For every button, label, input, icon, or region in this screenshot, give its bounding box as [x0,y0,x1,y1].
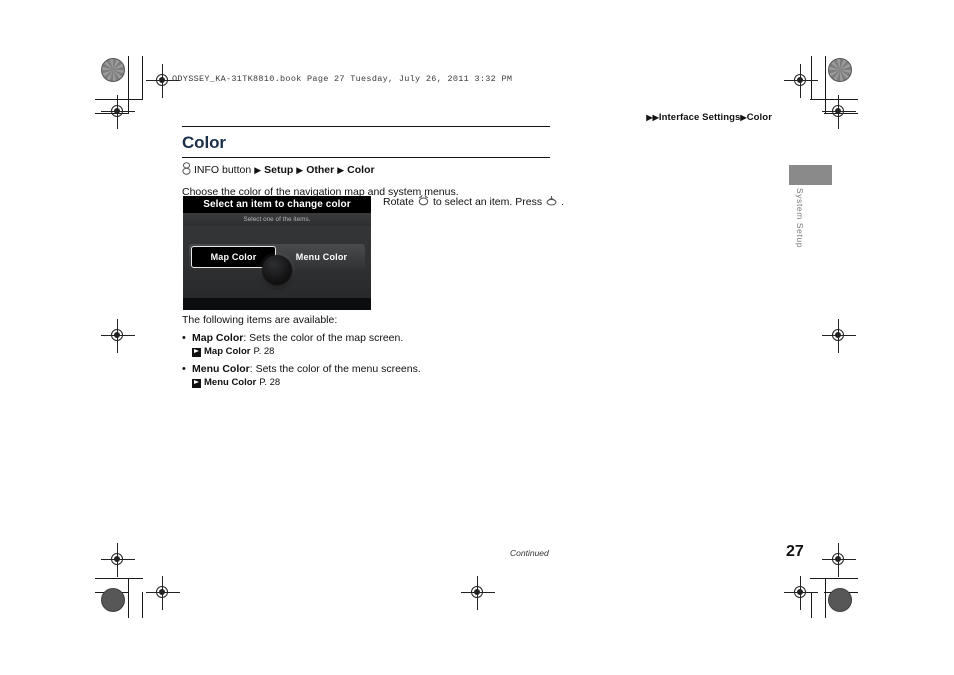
crop-line [825,56,826,114]
crop-line [128,578,129,618]
registration-mark [822,543,856,577]
rotate-knob-icon [417,194,430,209]
caption-text-after: . [561,195,564,208]
nav-path-arrow-icon: ▶ [337,164,345,175]
caption-text-middle: to select an item. Press [432,195,543,208]
nav-screen-menu-color-button[interactable]: Menu Color [280,246,363,268]
item-text: Menu Color: Sets the color of the menu s… [192,362,562,376]
list-item: • Map Color: Sets the color of the map s… [182,331,562,359]
registration-mark [146,576,180,610]
bullet-icon: • [182,332,186,344]
registration-mark [101,543,135,577]
cross-reference-arrow-icon [192,378,201,388]
section-tab-block [789,165,832,185]
crop-line [825,578,826,618]
cross-reference[interactable]: Menu Color P. 28 [192,376,562,390]
nav-path-arrow-icon: ▶ [254,164,262,175]
nav-path-start: INFO button [194,164,252,176]
registration-mark [461,576,495,610]
cross-reference-page: P. 28 [253,346,275,357]
rotary-knob-icon[interactable] [262,255,292,285]
color-patch [101,58,125,82]
nav-screen-subtitle: Select one of the items. [183,213,371,226]
registration-mark [822,319,856,353]
navigation-path: INFO button ▶ Setup ▶ Other ▶ Color [182,162,550,178]
crop-line [810,99,858,100]
page-number: 27 [786,543,804,560]
page-title: Color [182,133,226,152]
item-name: Map Color [192,332,244,344]
items-section: The following items are available: • Map… [182,314,562,393]
crop-line [142,592,143,618]
nav-path-step-color: Color [347,164,375,176]
registration-mark [146,64,180,98]
continued-label: Continued [510,548,549,558]
cross-reference-name: Menu Color [204,377,257,388]
bullet-icon: • [182,363,186,375]
nav-path-arrow-icon: ▶ [296,164,304,175]
cross-reference-arrow-icon [192,347,201,357]
ink-density-patch [101,588,125,612]
section-tab-label: System Setup [795,188,805,249]
print-file-header: ODYSSEY_KA-31TK8810.book Page 27 Tuesday… [172,74,513,84]
caption-text-before: Rotate [383,195,414,208]
nav-screen-title: Select an item to change color [203,199,351,210]
header-rule [182,126,550,127]
press-knob-icon [545,194,558,209]
color-patch [828,58,852,82]
item-description: : Sets the color of the menu screens. [249,363,421,375]
items-lead: The following items are available: [182,314,338,326]
item-description: : Sets the color of the map screen. [243,332,404,344]
registration-mark [822,95,856,129]
registration-mark [101,95,135,129]
breadcrumb-section: Interface Settings [658,112,741,123]
list-item: • Menu Color: Sets the color of the menu… [182,362,562,390]
ink-density-patch [828,588,852,612]
cross-reference-page: P. 28 [259,377,281,388]
breadcrumb-current: Color [746,112,772,123]
item-text: Map Color: Sets the color of the map scr… [192,331,562,345]
nav-screen-titlebar: Select an item to change color [183,196,371,213]
crop-line [95,578,143,579]
nav-screen-body: Map Color Menu Color [183,226,371,310]
cross-reference[interactable]: Map Color P. 28 [192,345,562,359]
registration-mark [784,64,818,98]
breadcrumb: ▶▶Interface Settings▶Color [646,112,772,123]
registration-mark [784,576,818,610]
nav-screen-illustration: Select an item to change color Select on… [183,196,371,310]
title-rule [182,157,550,158]
nav-path-step-setup: Setup [264,164,294,176]
info-knob-icon [182,162,191,178]
nav-screen-footer-bar [183,298,371,310]
registration-mark [101,319,135,353]
crop-line [142,56,143,100]
crop-line [95,99,143,100]
content-column: Color INFO button ▶ Setup ▶ Other ▶ Colo… [182,126,550,204]
cross-reference-name: Map Color [204,346,251,357]
screenshot-caption: Rotate to select an item. Press . [383,194,564,209]
item-name: Menu Color [192,363,250,375]
nav-path-step-other: Other [306,164,335,176]
crop-line [810,578,858,579]
